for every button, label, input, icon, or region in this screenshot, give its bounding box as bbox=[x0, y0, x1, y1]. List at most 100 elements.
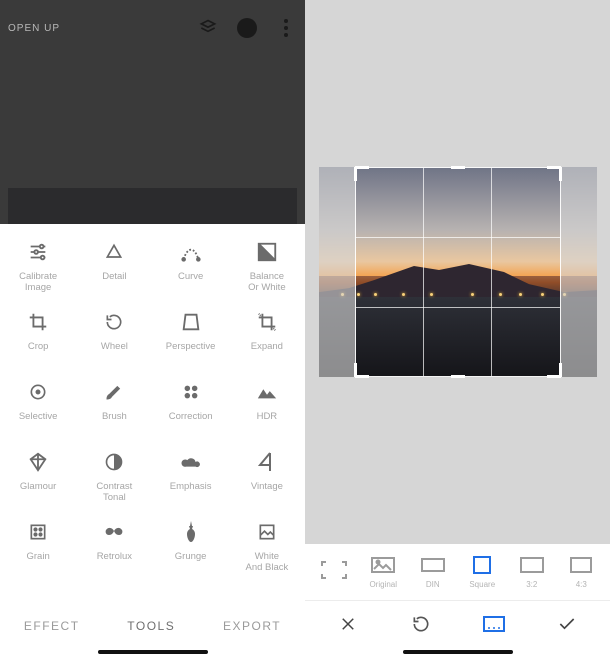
tool-mustache[interactable]: Retrolux bbox=[76, 514, 152, 584]
tab-effect[interactable]: EFFECT bbox=[24, 619, 80, 633]
tool-label: Grain bbox=[27, 552, 50, 563]
tool-label: Grunge bbox=[175, 552, 207, 563]
aspect-label: Original bbox=[369, 580, 397, 589]
aspect-button[interactable] bbox=[482, 612, 506, 636]
cancel-button[interactable] bbox=[336, 612, 360, 636]
tool-label: Retrolux bbox=[97, 552, 132, 563]
tool-triangle[interactable]: Detail bbox=[76, 234, 152, 304]
tool-four[interactable]: Vintage bbox=[229, 444, 305, 514]
right-screenshot: Original DIN Square 3:2 4:3 bbox=[305, 0, 610, 659]
tool-label: Balance Or White bbox=[248, 272, 285, 294]
aspect-original[interactable]: Original bbox=[359, 555, 407, 589]
mountains-icon bbox=[255, 380, 279, 404]
editor-canvas-dimmed bbox=[8, 188, 297, 224]
more-icon[interactable] bbox=[275, 17, 297, 39]
expand-icon bbox=[255, 310, 279, 334]
rotate-button[interactable] bbox=[409, 612, 433, 636]
photo[interactable] bbox=[319, 167, 597, 377]
tool-balance[interactable]: Balance Or White bbox=[229, 234, 305, 304]
perspect-icon bbox=[179, 310, 203, 334]
tool-brush[interactable]: Brush bbox=[76, 374, 152, 444]
tool-cloud[interactable]: Emphasis bbox=[153, 444, 229, 514]
aspect-label: Square bbox=[469, 580, 495, 589]
crop-frame[interactable] bbox=[355, 167, 561, 377]
tool-target[interactable]: Selective bbox=[0, 374, 76, 444]
tool-perspect[interactable]: Perspective bbox=[153, 304, 229, 374]
left-screenshot: OPEN UP Calibrate Image Detail Curve Balanc… bbox=[0, 0, 305, 659]
tool-label: Curve bbox=[178, 272, 203, 283]
tool-label: Correction bbox=[169, 412, 213, 423]
crop-mask-right bbox=[561, 167, 597, 377]
tool-label: Calibrate Image bbox=[19, 272, 57, 294]
triangle-icon bbox=[102, 240, 126, 264]
tool-label: Expand bbox=[251, 342, 283, 353]
open-button[interactable]: OPEN UP bbox=[8, 23, 60, 34]
tool-label: Brush bbox=[102, 412, 127, 423]
tool-crop[interactable]: Crop bbox=[0, 304, 76, 374]
tool-label: HDR bbox=[257, 412, 278, 423]
aspect-43-icon bbox=[567, 555, 595, 575]
aspect-32[interactable]: 3:2 bbox=[508, 555, 556, 589]
home-indicator bbox=[403, 650, 513, 654]
crop-canvas bbox=[305, 0, 610, 544]
halfcircle-icon bbox=[102, 450, 126, 474]
tool-halfcircle[interactable]: Contrast Tonal bbox=[76, 444, 152, 514]
four-icon bbox=[255, 450, 279, 474]
confirm-button[interactable] bbox=[555, 612, 579, 636]
crop-mask-left bbox=[319, 167, 355, 377]
tool-picture[interactable]: White And Black bbox=[229, 514, 305, 584]
tool-label: Selective bbox=[19, 412, 58, 423]
crop-bottom-bar: Original DIN Square 3:2 4:3 bbox=[305, 544, 610, 659]
tab-tools[interactable]: TOOLS bbox=[127, 619, 175, 633]
aspect-square-icon bbox=[468, 555, 496, 575]
editor-dim-background: OPEN UP bbox=[0, 0, 305, 224]
tool-heal[interactable]: Correction bbox=[153, 374, 229, 444]
tool-label: Glamour bbox=[20, 482, 56, 493]
layers-icon[interactable] bbox=[197, 17, 219, 39]
tool-dice[interactable]: Grain bbox=[0, 514, 76, 584]
brush-icon bbox=[102, 380, 126, 404]
left-bottom-bar: EFFECT TOOLS EXPORT bbox=[0, 602, 305, 659]
aspect-ratio-row: Original DIN Square 3:2 4:3 bbox=[305, 544, 610, 600]
aspect-din-icon bbox=[419, 555, 447, 575]
tool-label: Contrast Tonal bbox=[96, 482, 132, 504]
aspect-label: DIN bbox=[426, 580, 440, 589]
tool-rotate[interactable]: Wheel bbox=[76, 304, 152, 374]
aspect-43[interactable]: 4:3 bbox=[557, 555, 605, 589]
tool-label: Perspective bbox=[166, 342, 216, 353]
curve-icon bbox=[179, 240, 203, 264]
diamond-icon bbox=[26, 450, 50, 474]
tool-expand[interactable]: Expand bbox=[229, 304, 305, 374]
aspect-label: 4:3 bbox=[576, 580, 587, 589]
aspect-din[interactable]: DIN bbox=[409, 555, 457, 589]
home-indicator bbox=[98, 650, 208, 654]
tool-label: White And Black bbox=[245, 552, 288, 574]
tool-label: Wheel bbox=[101, 342, 128, 353]
tool-diamond[interactable]: Glamour bbox=[0, 444, 76, 514]
dice-icon bbox=[26, 520, 50, 544]
guitar-icon bbox=[179, 520, 203, 544]
crop-icon bbox=[26, 310, 50, 334]
tab-export[interactable]: EXPORT bbox=[223, 619, 281, 633]
info-icon[interactable] bbox=[237, 18, 257, 38]
tool-label: Emphasis bbox=[170, 482, 212, 493]
balance-icon bbox=[255, 240, 279, 264]
tool-mountains[interactable]: HDR bbox=[229, 374, 305, 444]
aspect-32-icon bbox=[518, 555, 546, 575]
mustache-icon bbox=[102, 520, 126, 544]
heal-icon bbox=[179, 380, 203, 404]
aspect-square[interactable]: Square bbox=[458, 555, 506, 589]
tool-curve[interactable]: Curve bbox=[153, 234, 229, 304]
crop-action-row bbox=[305, 600, 610, 650]
tool-label: Crop bbox=[28, 342, 49, 353]
tool-guitar[interactable]: Grunge bbox=[153, 514, 229, 584]
aspect-free[interactable] bbox=[310, 560, 358, 585]
sliders-icon bbox=[26, 240, 50, 264]
cloud-icon bbox=[179, 450, 203, 474]
picture-icon bbox=[255, 520, 279, 544]
tool-sliders[interactable]: Calibrate Image bbox=[0, 234, 76, 304]
tool-label: Detail bbox=[102, 272, 126, 283]
aspect-original-icon bbox=[369, 555, 397, 575]
tool-label: Vintage bbox=[251, 482, 283, 493]
target-icon bbox=[26, 380, 50, 404]
